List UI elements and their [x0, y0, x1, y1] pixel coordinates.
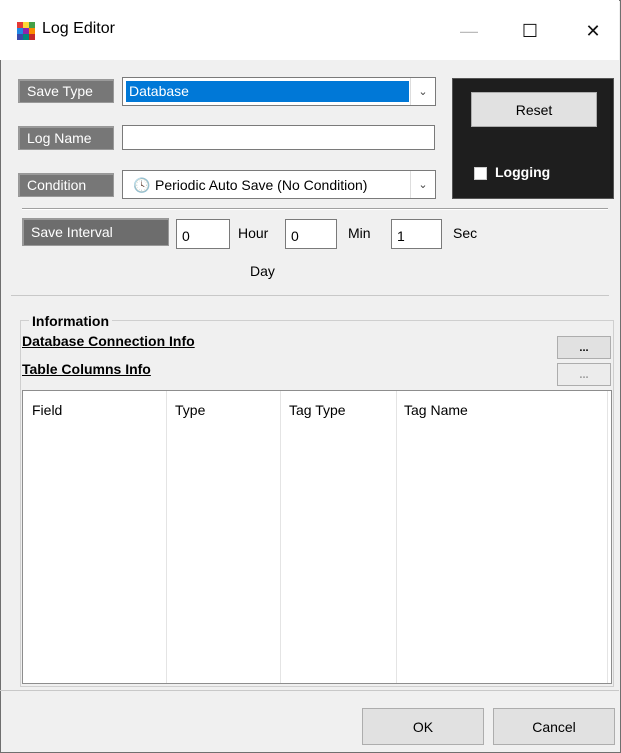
ok-button[interactable]: OK	[362, 708, 484, 745]
information-title: Information	[29, 313, 112, 329]
condition-value: Periodic Auto Save (No Condition)	[155, 177, 368, 193]
table-columns-info-link[interactable]: Table Columns Info	[22, 361, 151, 377]
column-divider	[166, 391, 167, 683]
condition-label: Condition	[18, 173, 114, 197]
column-header-field[interactable]: Field	[32, 402, 62, 418]
column-header-tag-name[interactable]: Tag Name	[404, 402, 468, 418]
save-type-combo[interactable]: Database ⌄	[122, 77, 436, 106]
column-divider	[607, 391, 608, 683]
reset-button[interactable]: Reset	[471, 92, 597, 127]
clock-icon: 🕓	[133, 177, 151, 193]
log-name-field[interactable]	[122, 125, 435, 150]
section-divider	[11, 295, 609, 296]
footer-divider	[0, 690, 619, 691]
database-connection-info-button[interactable]: ...	[557, 336, 611, 359]
logging-checkbox[interactable]	[474, 167, 487, 180]
column-header-type[interactable]: Type	[175, 402, 205, 418]
sec-input[interactable]: 1	[391, 219, 442, 249]
app-icon	[17, 22, 35, 40]
day-label: Day	[250, 263, 275, 279]
columns-table[interactable]: Field Type Tag Type Tag Name	[22, 390, 612, 684]
column-header-tag-type[interactable]: Tag Type	[289, 402, 346, 418]
hour-input[interactable]: 0	[176, 219, 230, 249]
min-input[interactable]: 0	[285, 219, 337, 249]
chevron-down-icon[interactable]: ⌄	[410, 78, 435, 105]
condition-combo[interactable]: 🕓 Periodic Auto Save (No Condition) ⌄	[122, 170, 436, 199]
app-icon-cell	[29, 34, 35, 40]
separator	[22, 208, 608, 210]
minimize-button[interactable]: —	[446, 14, 492, 48]
database-connection-info-link[interactable]: Database Connection Info	[22, 333, 195, 349]
chevron-down-icon[interactable]: ⌄	[410, 171, 435, 198]
column-divider	[396, 391, 397, 683]
logging-label: Logging	[495, 164, 551, 180]
maximize-button[interactable]: ☐	[507, 14, 553, 48]
window-title: Log Editor	[42, 20, 115, 37]
close-button[interactable]: ✕	[570, 14, 616, 48]
table-columns-info-button[interactable]: ...	[557, 363, 611, 386]
save-type-value: Database	[126, 81, 409, 102]
cancel-button[interactable]: Cancel	[493, 708, 615, 745]
sec-label: Sec	[453, 225, 478, 241]
column-divider	[280, 391, 281, 683]
log-name-label: Log Name	[18, 126, 114, 150]
save-interval-label: Save Interval	[22, 218, 169, 246]
min-label: Min	[348, 225, 371, 241]
save-type-label: Save Type	[18, 79, 114, 103]
hour-label: Hour	[238, 225, 269, 241]
